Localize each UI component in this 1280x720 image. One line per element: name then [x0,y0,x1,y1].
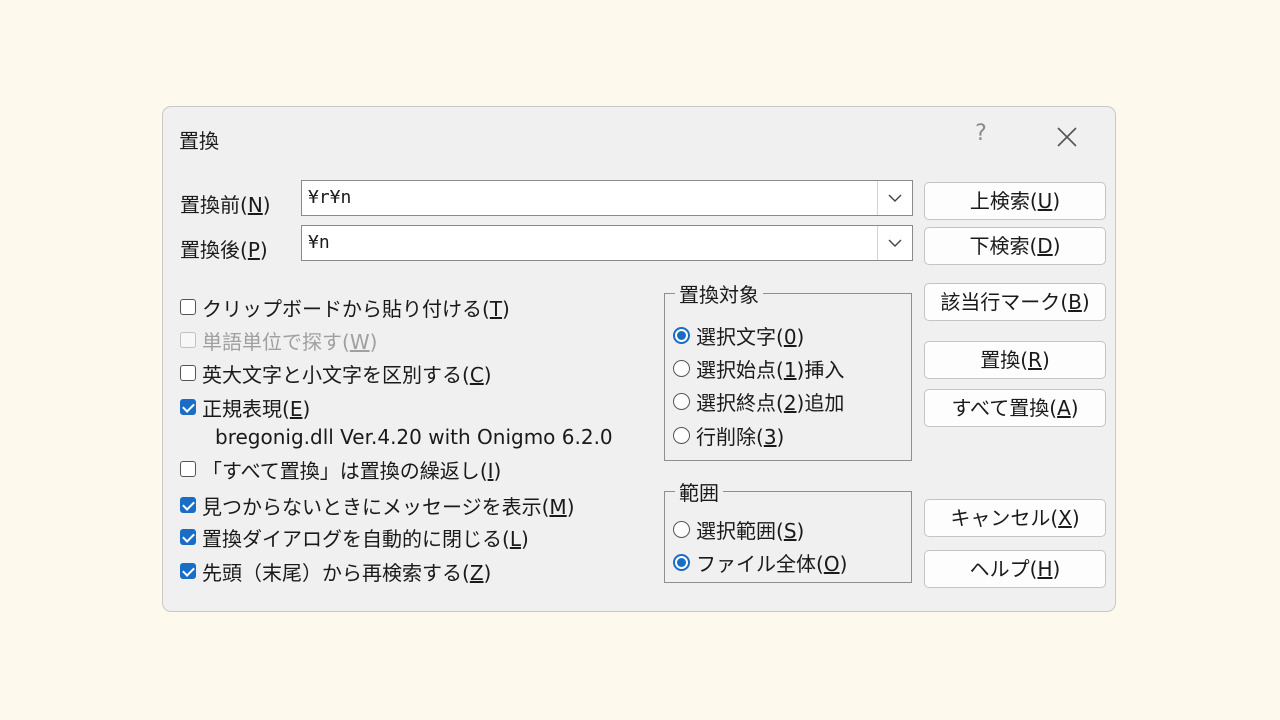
target-group: 置換対象 選択文字(0) 選択始点(1)挿入 選択終点(2)追加 行削除(3) [664,279,912,461]
replace-input[interactable]: ¥n [301,225,913,261]
replace-dialog: 置換 ? 置換前(N) ¥r¥n 置換後(P) ¥n 上検索(U) 下検索(D)… [162,106,1116,612]
dialog-title: 置換 [179,129,219,153]
search-value: ¥r¥n [308,187,352,208]
target-option-selection[interactable]: 選択文字(0) [673,320,804,350]
target-option-delete-line[interactable]: 行削除(3) [673,420,784,450]
radio-selected[interactable] [673,326,690,344]
chevron-down-icon [888,194,902,202]
option-whole-word: 単語単位で探す(W) [180,325,377,355]
cancel-button[interactable]: キャンセル(X) [924,499,1106,537]
mark-lines-button[interactable]: 該当行マーク(B) [924,283,1106,321]
search-input[interactable]: ¥r¥n [301,180,913,216]
option-wrap-search[interactable]: 先頭（末尾）から再検索する(Z) [180,556,491,586]
checkbox-checked[interactable] [180,399,196,415]
checkbox-checked[interactable] [180,563,196,579]
radio-selected[interactable] [673,553,690,571]
close-icon[interactable] [1053,123,1081,151]
range-group: 範囲 選択範囲(S) ファイル全体(O) [664,477,912,583]
checkbox[interactable] [180,461,196,477]
regex-library-info: bregonig.dll Ver.4.20 with Onigmo 6.2.0 [215,425,613,449]
option-match-case[interactable]: 英大文字と小文字を区別する(C) [180,358,492,388]
checkbox-checked[interactable] [180,529,196,545]
checkbox[interactable] [180,299,196,315]
replace-all-button[interactable]: すべて置換(A) [924,389,1106,427]
search-dropdown-button[interactable] [877,181,912,215]
target-option-insert-start[interactable]: 選択始点(1)挿入 [673,353,844,383]
replace-button[interactable]: 置換(R) [924,341,1106,379]
radio[interactable] [673,520,690,538]
help-button[interactable]: ヘルプ(H) [924,550,1106,588]
option-replace-all-repeat[interactable]: 「すべて置換」は置換の繰返し(I) [180,454,501,484]
radio[interactable] [673,426,690,444]
chevron-down-icon [888,239,902,247]
radio[interactable] [673,359,690,377]
range-option-whole-file[interactable]: ファイル全体(O) [673,547,847,577]
radio[interactable] [673,392,690,410]
replace-dropdown-button[interactable] [877,226,912,260]
help-icon[interactable]: ? [969,121,993,146]
range-option-selection[interactable]: 選択範囲(S) [673,514,804,544]
search-label: 置換前(N) [180,193,271,217]
checkbox-disabled [180,332,196,348]
option-auto-close[interactable]: 置換ダイアログを自動的に閉じる(L) [180,522,529,552]
replace-label: 置換後(P) [180,238,268,262]
option-paste-clipboard[interactable]: クリップボードから貼り付ける(T) [180,292,510,322]
checkbox-checked[interactable] [180,497,196,513]
target-group-title: 置換対象 [675,279,763,308]
target-option-append-end[interactable]: 選択終点(2)追加 [673,386,844,416]
range-group-title: 範囲 [675,477,723,506]
option-regex[interactable]: 正規表現(E) [180,392,310,422]
replace-value: ¥n [308,232,330,253]
search-down-button[interactable]: 下検索(D) [924,227,1106,265]
search-up-button[interactable]: 上検索(U) [924,182,1106,220]
checkbox[interactable] [180,365,196,381]
option-notify-not-found[interactable]: 見つからないときにメッセージを表示(M) [180,490,575,520]
